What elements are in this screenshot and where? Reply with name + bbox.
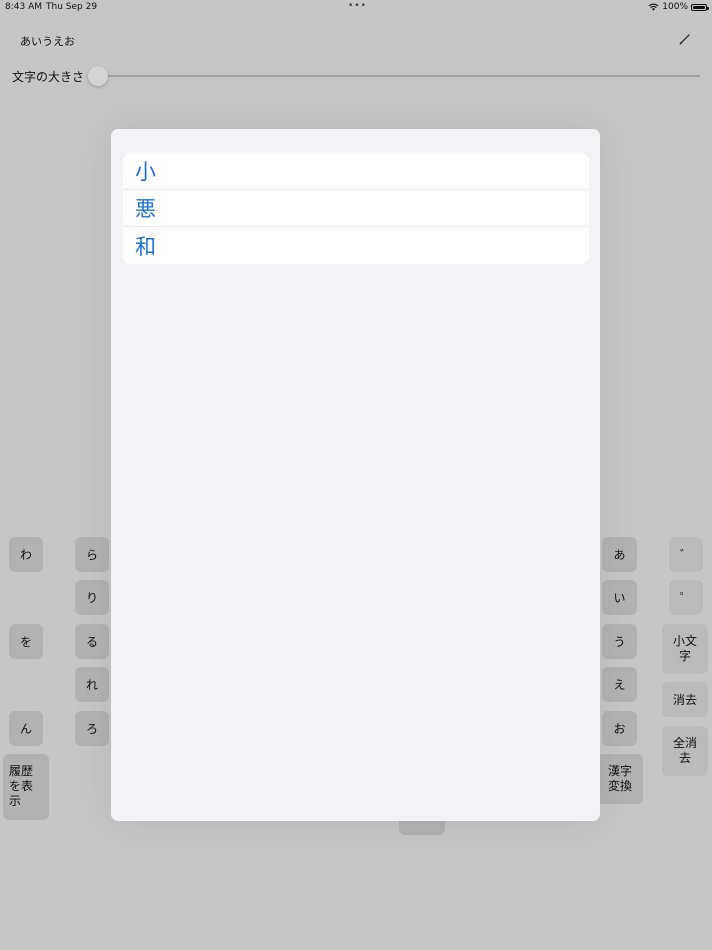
key-i[interactable]: い <box>602 580 637 615</box>
clear-label-line1: 全消 <box>672 736 697 750</box>
wifi-icon <box>648 3 659 11</box>
kanji-convert-button[interactable]: 漢字 変換 <box>597 754 643 804</box>
candidate-item[interactable]: 悪 <box>123 190 589 227</box>
key-dakuten[interactable]: ゛ <box>669 537 703 572</box>
key-ro[interactable]: ろ <box>75 711 109 746</box>
history-label-line3: 示 <box>9 794 22 808</box>
key-wa[interactable]: わ <box>9 537 43 572</box>
candidate-item[interactable]: 小 <box>123 153 589 190</box>
status-bar: 8:43 AM Thu Sep 29 ••• 100% <box>0 0 712 16</box>
key-a[interactable]: あ <box>602 537 637 572</box>
status-right: 100% <box>648 2 709 12</box>
key-u[interactable]: う <box>602 624 637 659</box>
key-ri[interactable]: り <box>75 580 109 615</box>
kanji-label-line2: 変換 <box>607 779 632 793</box>
key-ra[interactable]: ら <box>75 537 109 572</box>
history-label-line1: 履歴 <box>9 764 34 778</box>
key-o[interactable]: お <box>602 711 637 746</box>
key-e[interactable]: え <box>602 667 637 702</box>
history-button[interactable]: 履歴 を表 示 <box>3 754 49 820</box>
small-char-button[interactable]: 小文 字 <box>662 624 708 674</box>
kanji-candidate-sheet: 小 悪 和 <box>111 129 600 821</box>
battery-percent: 100% <box>662 2 688 12</box>
small-label-line2: 字 <box>678 649 691 663</box>
key-handakuten[interactable]: ゜ <box>669 580 703 615</box>
input-text-display: あいうえお <box>20 35 75 48</box>
font-size-slider-track[interactable] <box>98 75 700 77</box>
status-date: Thu Sep 29 <box>46 2 98 12</box>
delete-button[interactable]: 消去 <box>662 682 708 717</box>
multitasking-dots[interactable]: ••• <box>348 1 367 11</box>
key-re[interactable]: れ <box>75 667 109 702</box>
candidate-item[interactable]: 和 <box>123 227 589 264</box>
key-n[interactable]: ん <box>9 711 43 746</box>
clear-label-line2: 去 <box>678 751 691 765</box>
clear-all-button[interactable]: 全消 去 <box>662 726 708 776</box>
candidate-list: 小 悪 和 <box>123 153 589 264</box>
pencil-icon[interactable] <box>678 32 692 46</box>
font-size-label: 文字の大きさ <box>12 70 85 84</box>
history-label-line2: を表 <box>9 779 34 793</box>
font-size-slider-thumb[interactable] <box>88 66 108 86</box>
battery-icon <box>691 3 709 11</box>
key-ru[interactable]: る <box>75 624 109 659</box>
small-label-line1: 小文 <box>672 634 697 648</box>
key-wo[interactable]: を <box>9 624 43 659</box>
kanji-label-line1: 漢字 <box>607 764 632 778</box>
status-time: 8:43 AM <box>5 2 42 12</box>
